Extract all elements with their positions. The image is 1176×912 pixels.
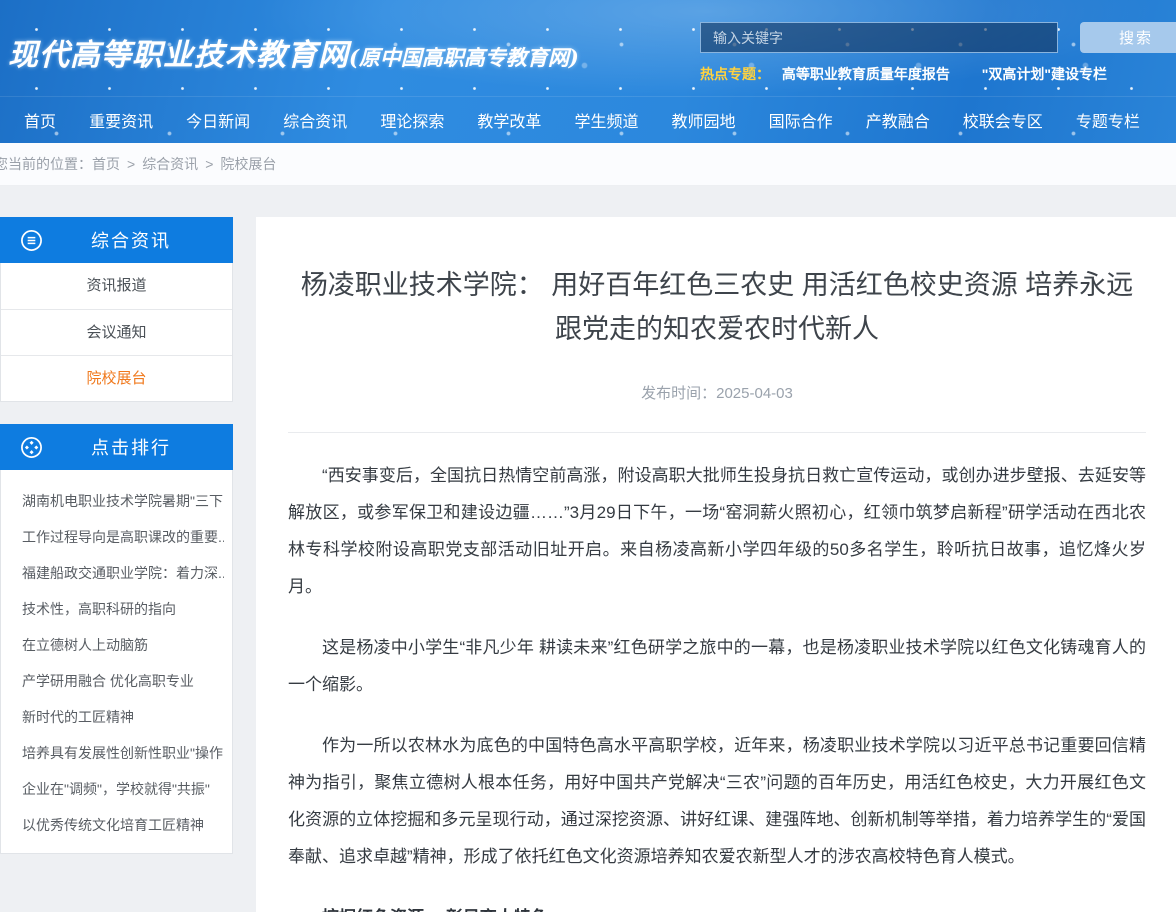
search-area: 搜索 — [700, 22, 1176, 53]
sidebar-rank-header: 点击排行 — [0, 424, 233, 470]
sidebar-menu-header: 综合资讯 — [0, 217, 233, 263]
sidebar-rank-title: 点击排行 — [43, 434, 233, 460]
sidebar-menu-title: 综合资讯 — [43, 227, 233, 253]
nav-item-international[interactable]: 国际合作 — [769, 108, 833, 132]
nav-item-teaching-reform[interactable]: 教学改革 — [477, 108, 541, 132]
main-nav: 首页 重要资讯 今日新闻 综合资讯 理论探索 教学改革 学生频道 教师园地 国际… — [0, 96, 1176, 143]
nav-item-association-zone[interactable]: 校联会专区 — [963, 108, 1043, 132]
breadcrumb-college-stage[interactable]: 院校展台 — [220, 154, 276, 174]
sidebar-item-college-stage[interactable]: 院校展台 — [1, 355, 232, 401]
rank-list-item[interactable]: 工作过程导向是高职课改的重要... — [22, 519, 224, 555]
sidebar-menu-list: 资讯报道 会议通知 院校展台 — [0, 263, 233, 402]
breadcrumb-home[interactable]: 首页 — [92, 154, 120, 174]
nav-item-important-news[interactable]: 重要资讯 — [89, 108, 153, 132]
sidebar-item-news-report[interactable]: 资讯报道 — [1, 263, 232, 309]
nav-item-industry-education[interactable]: 产教融合 — [866, 108, 930, 132]
logo-main-text: 现代高等职业技术教育网 — [8, 38, 349, 73]
site-header: 现代高等职业技术教育网(原中国高职高专教育网) 搜索 热点专题： 高等职业教育质… — [0, 0, 1176, 143]
sidebar-item-meeting-notice[interactable]: 会议通知 — [1, 309, 232, 355]
menu-circle-icon — [20, 229, 43, 252]
nav-item-teacher-garden[interactable]: 教师园地 — [672, 108, 736, 132]
article-body: “西安事变后，全国抗日热情空前高涨，附设高职大批师生投身抗日救亡宣传运动，或创办… — [288, 457, 1146, 912]
rank-list-item[interactable]: 以优秀传统文化培育工匠精神 — [22, 807, 224, 843]
article-title: 杨凌职业技术学院： 用好百年红色三农史 用活红色校史资源 培养永远跟党走的知农爱… — [292, 263, 1142, 351]
sidebar: 综合资讯 资讯报道 会议通知 院校展台 — [0, 217, 233, 854]
rank-list-item[interactable]: 新时代的工匠精神 — [22, 699, 224, 735]
nav-item-special-columns[interactable]: 专题专栏 — [1076, 108, 1140, 132]
hot-topic-link-report[interactable]: 高等职业教育质量年度报告 — [782, 66, 950, 82]
site-logo: 现代高等职业技术教育网(原中国高职高专教育网) — [8, 30, 579, 74]
rank-list: 湖南机电职业技术学院暑期"三下... 工作过程导向是高职课改的重要... 福建船… — [0, 470, 233, 854]
title-divider — [288, 432, 1146, 433]
nav-item-today-news[interactable]: 今日新闻 — [186, 108, 250, 132]
rank-list-item[interactable]: 福建船政交通职业学院：着力深... — [22, 555, 224, 591]
nav-item-home[interactable]: 首页 — [24, 108, 56, 132]
rank-list-item[interactable]: 技术性，高职科研的指向 — [22, 591, 224, 627]
breadcrumb-comprehensive-news[interactable]: 综合资讯 — [142, 154, 198, 174]
search-input[interactable] — [700, 22, 1058, 53]
search-button[interactable]: 搜索 — [1080, 22, 1176, 53]
sidebar-rank-section: 点击排行 湖南机电职业技术学院暑期"三下... 工作过程导向是高职课改的重要..… — [0, 424, 233, 854]
rank-compass-icon — [20, 436, 43, 459]
article-paragraph: 作为一所以农林水为底色的中国特色高水平高职学校，近年来，杨凌职业技术学院以习近平… — [288, 727, 1146, 875]
breadcrumb: 您当前的位置： 首页 > 综合资讯 > 院校展台 — [0, 143, 1176, 186]
hot-topic-link-shuanggao[interactable]: "双高计划"建设专栏 — [982, 66, 1107, 82]
content-area: 综合资讯 资讯报道 会议通知 院校展台 — [0, 217, 1176, 912]
hot-topics-label: 热点专题： — [700, 66, 770, 82]
sidebar-menu-section: 综合资讯 资讯报道 会议通知 院校展台 — [0, 217, 233, 402]
breadcrumb-separator: > — [127, 156, 135, 172]
rank-list-item[interactable]: 产学研用融合 优化高职专业 — [22, 663, 224, 699]
article-paragraph: 这是杨凌中小学生“非凡少年 耕读未来”红色研学之旅中的一幕，也是杨凌职业技术学院… — [288, 629, 1146, 703]
rank-list-item[interactable]: 培养具有发展性创新性职业"操作... — [22, 735, 224, 771]
nav-item-student-channel[interactable]: 学生频道 — [574, 108, 638, 132]
logo-sub-text: (原中国高职高专教育网) — [349, 45, 579, 70]
publish-date: 发布时间：2025-04-03 — [288, 382, 1146, 403]
hot-topics: 热点专题： 高等职业教育质量年度报告 "双高计划"建设专栏 — [700, 64, 1135, 84]
page: 现代高等职业技术教育网(原中国高职高专教育网) 搜索 热点专题： 高等职业教育质… — [0, 0, 1176, 912]
nav-item-theory[interactable]: 理论探索 — [380, 108, 444, 132]
article-subheading: 挖掘红色资源 彰显育人特色 — [288, 899, 1146, 912]
article: 杨凌职业技术学院： 用好百年红色三农史 用活红色校史资源 培养永远跟党走的知农爱… — [256, 217, 1176, 912]
nav-item-comprehensive-news[interactable]: 综合资讯 — [283, 108, 347, 132]
rank-list-item[interactable]: 企业在"调频"，学校就得"共振" — [22, 771, 224, 807]
article-paragraph: “西安事变后，全国抗日热情空前高涨，附设高职大批师生投身抗日救亡宣传运动，或创办… — [288, 457, 1146, 605]
breadcrumb-separator: > — [205, 156, 213, 172]
rank-list-item[interactable]: 湖南机电职业技术学院暑期"三下... — [22, 483, 224, 519]
rank-list-item[interactable]: 在立德树人上动脑筋 — [22, 627, 224, 663]
breadcrumb-prefix: 您当前的位置： — [0, 154, 92, 174]
